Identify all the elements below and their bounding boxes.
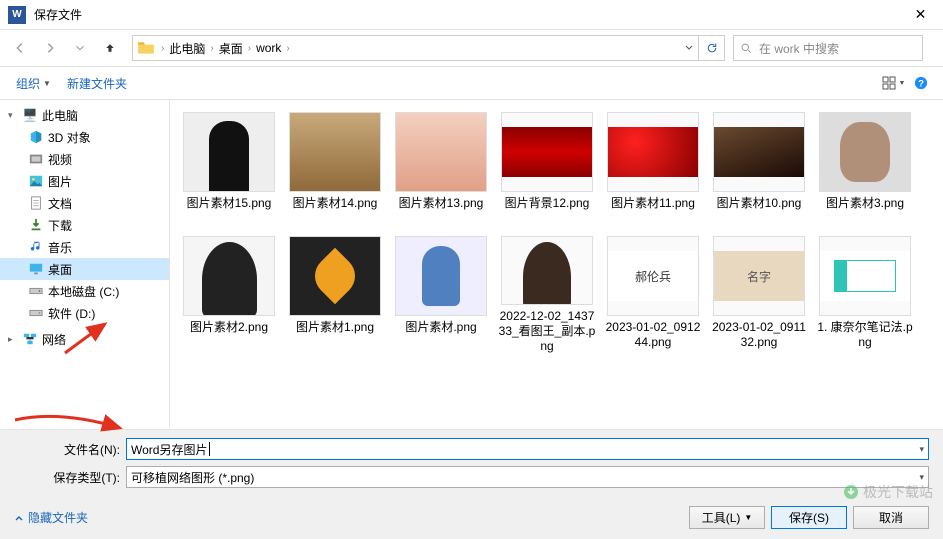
file-item[interactable]: 2022-12-02_143733_看图王_副本.png	[496, 234, 598, 354]
breadcrumb-work[interactable]: work	[253, 36, 284, 60]
breadcrumb-desktop[interactable]: 桌面	[216, 36, 246, 60]
file-item[interactable]: 图片素材1.png	[284, 234, 386, 354]
tree-local-disk-c[interactable]: 本地磁盘 (C:)	[0, 280, 169, 302]
tree-3d-objects[interactable]: 3D 对象	[0, 126, 169, 148]
chevron-right-icon[interactable]: ›	[159, 43, 166, 54]
network-icon	[22, 331, 38, 347]
tree-documents[interactable]: 文档	[0, 192, 169, 214]
tree-downloads[interactable]: 下载	[0, 214, 169, 236]
chevron-right-icon[interactable]: ›	[246, 43, 253, 54]
window-title: 保存文件	[34, 6, 898, 23]
pc-icon: 🖥️	[22, 107, 38, 123]
tree-videos[interactable]: 视频	[0, 148, 169, 170]
dialog-footer: 隐藏文件夹 工具(L)▼ 保存(S) 取消	[0, 500, 943, 539]
tree-desktop[interactable]: 桌面	[0, 258, 169, 280]
desktop-icon	[28, 261, 44, 277]
title-bar: W 保存文件 ✕	[0, 0, 943, 30]
save-form: 文件名(N): Word另存图片 ▾ 保存类型(T): 可移植网络图形 (*.p…	[0, 429, 943, 500]
cube-icon	[28, 129, 44, 145]
close-button[interactable]: ✕	[898, 0, 943, 30]
file-item[interactable]: 图片素材3.png	[814, 110, 916, 230]
refresh-button[interactable]	[698, 36, 724, 60]
video-icon	[28, 151, 44, 167]
file-item[interactable]: 图片素材.png	[390, 234, 492, 354]
download-icon	[28, 217, 44, 233]
hide-folders-toggle[interactable]: 隐藏文件夹	[14, 509, 88, 526]
navigation-tree: ▾🖥️此电脑 3D 对象 视频 图片 文档 下载 音乐 桌面 本地磁盘 (C:)…	[0, 100, 170, 429]
tree-software-d[interactable]: 软件 (D:)	[0, 302, 169, 324]
file-item[interactable]: 郝伦兵2023-01-02_091244.png	[602, 234, 704, 354]
filetype-label: 保存类型(T):	[14, 469, 126, 486]
file-item[interactable]: 图片素材15.png	[178, 110, 280, 230]
forward-button[interactable]	[36, 35, 64, 61]
chevron-up-icon	[14, 513, 24, 523]
chevron-right-icon[interactable]: ›	[284, 43, 291, 54]
search-placeholder: 在 work 中搜索	[759, 40, 839, 57]
tree-this-pc[interactable]: ▾🖥️此电脑	[0, 104, 169, 126]
music-icon	[28, 239, 44, 255]
tree-network[interactable]: ▸网络	[0, 328, 169, 350]
file-item[interactable]: 图片素材11.png	[602, 110, 704, 230]
chevron-down-icon[interactable]: ▾	[919, 444, 924, 455]
file-item[interactable]: 名字2023-01-02_091132.png	[708, 234, 810, 354]
file-item[interactable]: 1. 康奈尔笔记法.png	[814, 234, 916, 354]
file-list[interactable]: 图片素材15.png 图片素材14.png 图片素材13.png 图片背景12.…	[170, 100, 943, 429]
file-item[interactable]: 图片素材14.png	[284, 110, 386, 230]
search-icon	[740, 42, 753, 55]
picture-icon	[28, 173, 44, 189]
recent-dropdown[interactable]	[66, 35, 94, 61]
toolbar: 组织▼ 新建文件夹 ▼ ?	[0, 66, 943, 100]
word-app-icon: W	[8, 6, 26, 24]
filename-input[interactable]: Word另存图片 ▾	[126, 438, 929, 460]
nav-bar: › 此电脑 › 桌面 › work › 在 work 中搜索	[0, 30, 943, 66]
tree-music[interactable]: 音乐	[0, 236, 169, 258]
back-button[interactable]	[6, 35, 34, 61]
view-options-button[interactable]: ▼	[879, 70, 907, 96]
svg-text:?: ?	[918, 79, 924, 90]
chevron-down-icon[interactable]: ▾	[919, 472, 924, 483]
up-button[interactable]	[96, 35, 124, 61]
text-cursor	[209, 442, 210, 456]
drive-icon	[28, 283, 44, 299]
search-input[interactable]: 在 work 中搜索	[733, 35, 923, 61]
address-bar[interactable]: › 此电脑 › 桌面 › work ›	[132, 35, 725, 61]
folder-icon	[137, 39, 155, 57]
address-history-dropdown[interactable]	[678, 36, 698, 60]
document-icon	[28, 195, 44, 211]
file-item[interactable]: 图片素材13.png	[390, 110, 492, 230]
main-area: ▾🖥️此电脑 3D 对象 视频 图片 文档 下载 音乐 桌面 本地磁盘 (C:)…	[0, 100, 943, 429]
help-button[interactable]: ?	[907, 70, 935, 96]
new-folder-button[interactable]: 新建文件夹	[59, 71, 135, 96]
filetype-dropdown[interactable]: 可移植网络图形 (*.png) ▾	[126, 466, 929, 488]
file-item[interactable]: 图片素材2.png	[178, 234, 280, 354]
tree-pictures[interactable]: 图片	[0, 170, 169, 192]
organize-menu[interactable]: 组织▼	[8, 71, 59, 96]
file-item[interactable]: 图片背景12.png	[496, 110, 598, 230]
breadcrumb-this-pc[interactable]: 此电脑	[166, 36, 208, 60]
drive-icon	[28, 305, 44, 321]
chevron-right-icon[interactable]: ›	[208, 43, 215, 54]
file-item[interactable]: 图片素材10.png	[708, 110, 810, 230]
filename-label: 文件名(N):	[14, 441, 126, 458]
